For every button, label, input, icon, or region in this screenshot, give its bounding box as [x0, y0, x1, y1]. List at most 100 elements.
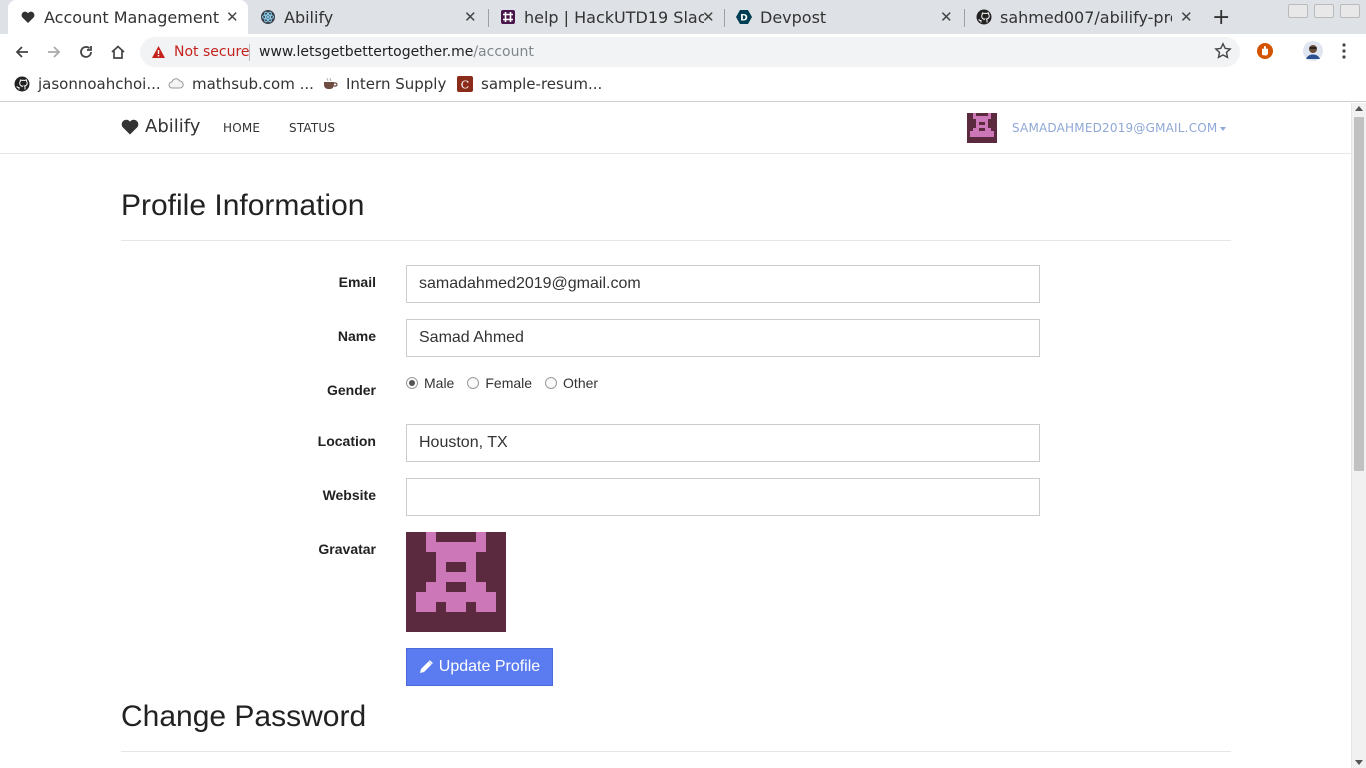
warning-icon [151, 44, 166, 63]
brand-name: Abilify [145, 116, 201, 137]
site-navbar: Abilify HOME STATUS SAMADAHMED2019@GMAIL… [0, 103, 1351, 154]
location-label: Location [317, 433, 376, 449]
scroll-up-arrow-icon[interactable] [1355, 106, 1363, 111]
home-icon[interactable] [108, 42, 128, 62]
new-tab-button[interactable]: + [1212, 5, 1230, 30]
location-field[interactable] [406, 424, 1040, 462]
avatar [967, 113, 997, 143]
bookmark-item[interactable]: mathsub.com ... [168, 75, 314, 93]
page-title: Profile Information [121, 189, 365, 222]
website-field[interactable] [406, 478, 1040, 516]
tab-title: Devpost [760, 8, 827, 27]
doc-icon: C [457, 76, 473, 92]
close-icon[interactable]: ✕ [226, 8, 239, 26]
bookmark-item[interactable]: Intern Supply [322, 75, 446, 93]
user-email-text: SAMADAHMED2019@GMAIL.COM [1012, 121, 1218, 135]
close-window-button[interactable] [1340, 4, 1360, 18]
tab-devpost[interactable]: D Devpost ✕ [724, 0, 964, 34]
update-profile-button[interactable]: Update Profile [406, 648, 553, 686]
close-icon[interactable]: ✕ [464, 8, 477, 26]
address-bar[interactable]: Not secure www.letsgetbettertogether.me/… [140, 37, 1240, 67]
bookmark-item[interactable]: C sample-resum... [457, 75, 602, 93]
svg-text:C: C [461, 79, 469, 92]
gender-radio-male[interactable]: Male [406, 375, 454, 391]
forward-arrow-icon[interactable] [44, 42, 64, 62]
tab-title: sahmed007/abilify-prod [1000, 8, 1172, 27]
bookmark-item[interactable]: jasonnoahchoi... [14, 75, 161, 93]
radio-button[interactable] [545, 377, 558, 389]
pencil-icon [419, 660, 433, 673]
extension-icon[interactable] [1256, 42, 1274, 64]
browser-tab-strip: Account Management - A ✕ Abilify ✕ help … [0, 0, 1366, 34]
close-icon[interactable]: ✕ [940, 8, 953, 26]
omnibox-divider [249, 44, 250, 61]
scrollbar-thumb[interactable] [1354, 117, 1364, 471]
gravatar-image [406, 532, 506, 632]
brand-logo[interactable]: Abilify [121, 116, 200, 137]
react-icon [260, 9, 276, 25]
tab-account-management[interactable]: Account Management - A ✕ [8, 0, 248, 34]
restore-window-button[interactable] [1314, 4, 1334, 18]
url-host: www.letsgetbettertogether.me [259, 44, 474, 60]
bookmarks-bar: jasonnoahchoi... mathsub.com ... Intern … [0, 70, 1366, 102]
user-email: SAMADAHMED2019@GMAIL.COM [1012, 121, 1227, 135]
heart-icon [20, 9, 36, 25]
gender-radio-group: Male Female Other [406, 375, 611, 391]
gravatar-label: Gravatar [318, 541, 376, 557]
radio-button[interactable] [467, 377, 480, 389]
gender-radio-female[interactable]: Female [467, 375, 532, 391]
back-arrow-icon[interactable] [12, 42, 32, 62]
github-icon [14, 76, 30, 92]
security-status[interactable]: Not secure [174, 44, 250, 60]
tab-slack[interactable]: help | HackUTD19 Slack ✕ [488, 0, 724, 34]
reload-icon[interactable] [76, 42, 96, 62]
tab-github[interactable]: sahmed007/abilify-prod ✕ [964, 0, 1200, 34]
website-label: Website [322, 487, 376, 503]
profile-avatar-icon[interactable] [1303, 41, 1323, 65]
tab-title: Abilify [284, 8, 334, 27]
devpost-icon: D [736, 9, 752, 25]
section-divider [121, 240, 1231, 241]
change-password-heading: Change Password [121, 700, 367, 733]
email-label: Email [338, 274, 376, 290]
gender-label: Gender [326, 382, 376, 398]
radio-label: Other [563, 375, 599, 391]
name-label: Name [337, 328, 376, 344]
svg-text:D: D [740, 14, 747, 24]
github-icon [976, 9, 992, 25]
radio-button[interactable] [406, 377, 418, 389]
nav-home-link[interactable]: HOME [223, 121, 260, 135]
bookmark-label: jasonnoahchoi... [38, 75, 161, 93]
button-label: Update Profile [438, 658, 541, 675]
radio-label: Female [485, 375, 533, 391]
page-content: Abilify HOME STATUS SAMADAHMED2019@GMAIL… [0, 103, 1351, 768]
user-menu-dropdown[interactable]: SAMADAHMED2019@GMAIL.COM [967, 113, 1227, 143]
close-icon[interactable]: ✕ [702, 8, 715, 26]
coffee-icon [322, 76, 338, 92]
bookmark-label: Intern Supply [346, 75, 447, 93]
scroll-down-arrow-icon[interactable] [1355, 760, 1363, 765]
bookmark-label: sample-resum... [481, 75, 603, 93]
bookmark-star-icon[interactable] [1214, 42, 1232, 64]
page-scrollbar[interactable] [1351, 103, 1366, 768]
url-text[interactable]: www.letsgetbettertogether.me/account [259, 44, 534, 60]
name-field[interactable] [406, 319, 1040, 357]
radio-label: Male [424, 375, 455, 391]
bookmark-label: mathsub.com ... [192, 75, 314, 93]
url-path: /account [473, 44, 534, 60]
cloud-icon [168, 76, 184, 92]
more-menu-icon[interactable] [1342, 43, 1346, 63]
caret-down-icon [1220, 126, 1227, 131]
email-field[interactable] [406, 265, 1040, 303]
minimize-window-button[interactable] [1288, 4, 1308, 18]
tab-abilify[interactable]: Abilify ✕ [248, 0, 488, 34]
tab-title: Account Management - A [44, 8, 219, 27]
heart-icon [121, 119, 139, 134]
slack-icon [500, 9, 516, 25]
nav-status-link[interactable]: STATUS [289, 121, 335, 135]
browser-toolbar: Not secure www.letsgetbettertogether.me/… [0, 34, 1366, 70]
tab-title: help | HackUTD19 Slack [524, 8, 704, 27]
gender-radio-other[interactable]: Other [545, 375, 598, 391]
section-divider [121, 751, 1231, 752]
close-icon[interactable]: ✕ [1180, 8, 1193, 26]
